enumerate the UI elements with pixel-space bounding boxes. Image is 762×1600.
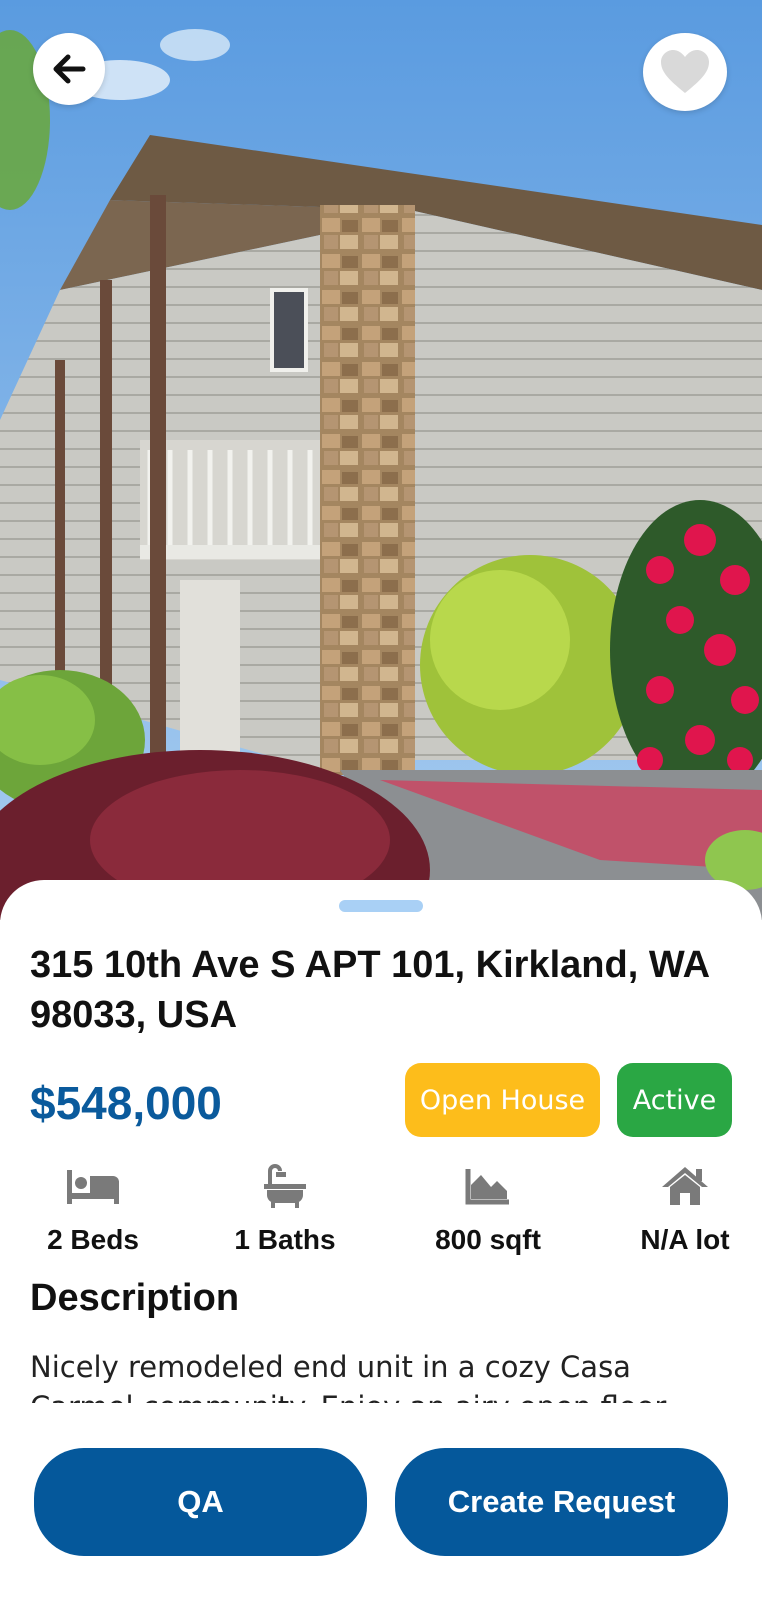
- favorite-button[interactable]: [643, 33, 727, 111]
- qa-button[interactable]: QA: [34, 1448, 367, 1556]
- stat-sqft: 800 sqft: [393, 1162, 583, 1256]
- lot-label: N/A lot: [640, 1224, 730, 1255]
- property-address: 315 10th Ave S APT 101, Kirkland, WA 980…: [30, 944, 709, 1036]
- bed-icon: [65, 1166, 121, 1211]
- beds-label: 2 Beds: [47, 1224, 139, 1255]
- listing-detail-screen: 315 10th Ave S APT 101, Kirkland, WA 980…: [0, 0, 762, 1600]
- area-chart-icon: [465, 1167, 511, 1210]
- create-request-button[interactable]: Create Request: [395, 1448, 728, 1556]
- heart-icon: [659, 49, 711, 95]
- description-text: Nicely remodeled end unit in a cozy Casa…: [30, 1350, 666, 1403]
- drag-handle[interactable]: [339, 900, 423, 912]
- house-icon: [660, 1165, 710, 1212]
- scroll-fade: [0, 1410, 762, 1440]
- baths-label: 1 Baths: [234, 1224, 336, 1255]
- stat-lot: N/A lot: [590, 1162, 762, 1256]
- description-heading: Description: [30, 1277, 240, 1319]
- stat-baths: 1 Baths: [190, 1162, 380, 1256]
- property-stats: 2 Beds 1 Baths 800 sqft N/A lot: [0, 1162, 762, 1272]
- sqft-label: 800 sqft: [435, 1224, 541, 1255]
- back-button[interactable]: [33, 33, 105, 105]
- property-price: $548,000: [30, 1077, 222, 1129]
- property-photo: [0, 0, 762, 920]
- arrow-left-icon: [49, 49, 89, 89]
- stat-beds: 2 Beds: [0, 1162, 188, 1256]
- open-house-badge: Open House: [405, 1063, 600, 1137]
- status-badge: Active: [617, 1063, 732, 1137]
- bathtub-icon: [262, 1163, 308, 1214]
